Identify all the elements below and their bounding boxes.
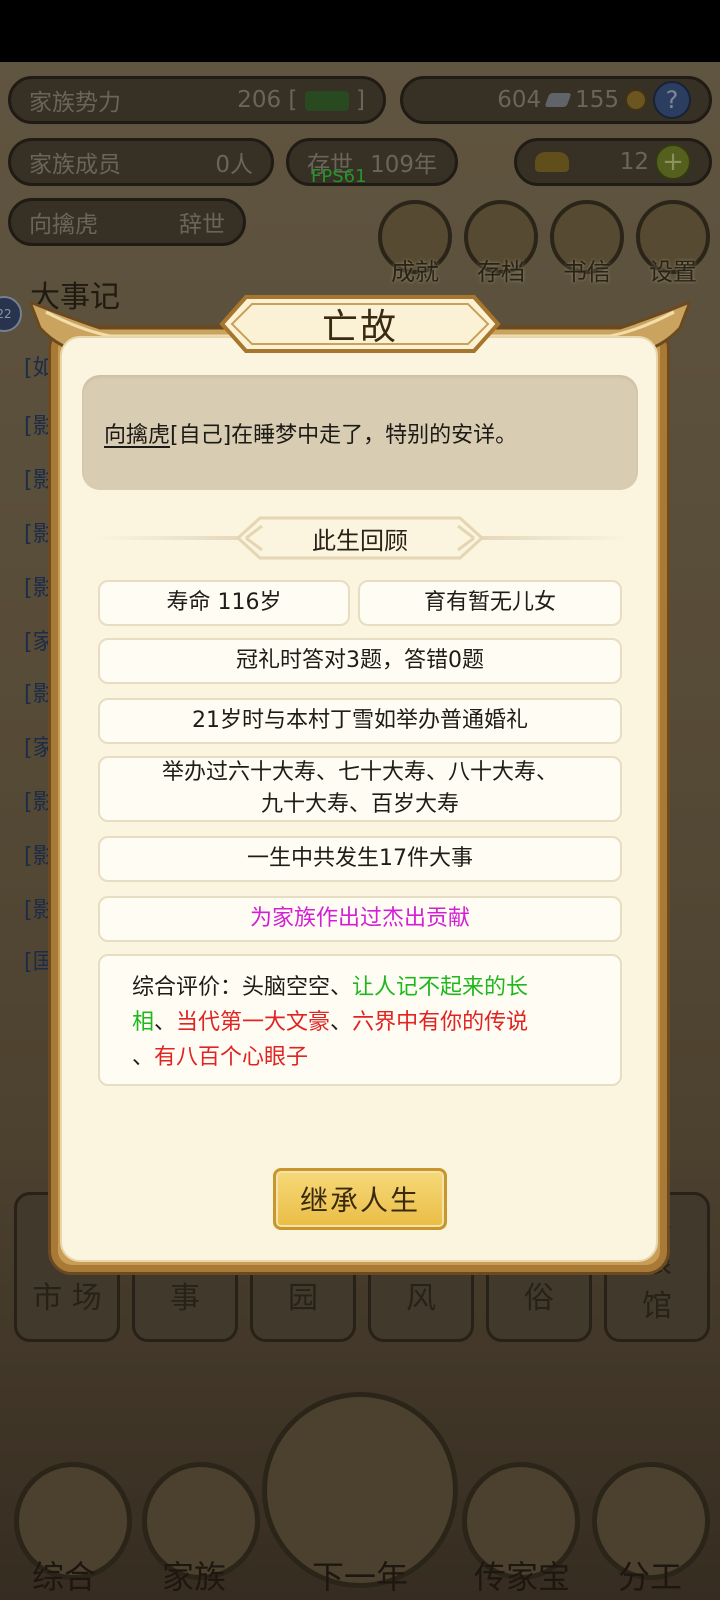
trait-great-writer: 当代第一大文豪 (176, 1010, 331, 1035)
children-card: 育有暂无儿女 (358, 580, 622, 626)
birthdays-line-1: 举办过六十大寿、七十大寿、八十大寿、 (161, 760, 558, 785)
birthdays-card: 举办过六十大寿、七十大寿、八十大寿、 九十大寿、百岁大寿 (98, 756, 622, 822)
trait-legend: 六界中有你的传说 (352, 1010, 529, 1035)
divider-left (94, 536, 254, 540)
deceased-name-link[interactable]: 向擒虎 (104, 417, 170, 449)
trait-forgettable-looks-end: 相 (132, 1010, 155, 1035)
life-review-title: 此生回顾 (312, 526, 408, 555)
birthdays-line-2: 九十大寿、百岁大寿 (260, 792, 459, 817)
capping-card: 冠礼时答对3题，答错0题 (98, 638, 622, 684)
events-count-card: 一生中共发生17件大事 (98, 836, 622, 882)
overall-evaluation: 综合评价：头脑空空、让人记不起来的长 相、当代第一大文豪、六界中有你的传说 、有… (98, 954, 622, 1086)
marriage-card: 21岁时与本村丁雪如举办普通婚礼 (98, 698, 622, 744)
divider-right (470, 536, 630, 540)
dialog-title: 亡故 (321, 307, 398, 348)
status-bar (0, 0, 720, 62)
lifespan-card: 寿命 116岁 (98, 580, 350, 626)
trait-scheming: 有八百个心眼子 (154, 1045, 309, 1070)
evaluation-prefix: 综合评价：头脑空空、 (132, 975, 353, 1000)
trait-forgettable-looks: 让人记不起来的长 (352, 975, 529, 1000)
inherit-life-button[interactable]: 继承人生 (273, 1168, 447, 1230)
death-message: 向擒虎 [自己]在睡梦中走了，特别的安详。 (82, 375, 638, 490)
contribution-card: 为家族作出过杰出贡献 (98, 896, 622, 942)
death-message-text: [自己]在睡梦中走了，特别的安详。 (170, 422, 518, 448)
